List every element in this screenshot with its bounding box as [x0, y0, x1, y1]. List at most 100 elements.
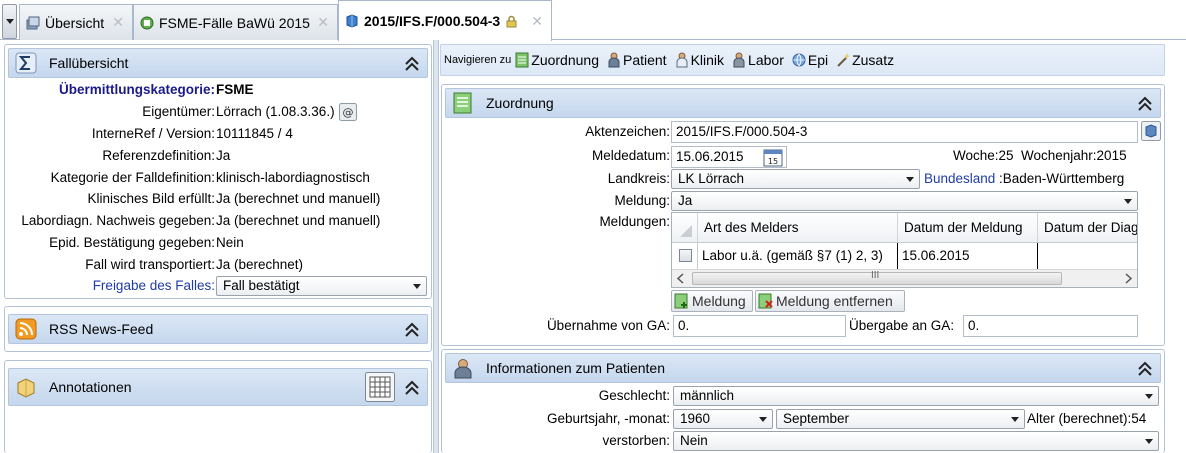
zuordnung-icon	[453, 92, 472, 114]
nav-patient[interactable]: Patient	[607, 52, 667, 68]
field-label: Labordiagn. Nachweis gegeben:	[21, 213, 215, 228]
column-art-des-melders[interactable]: Art des Melders	[698, 213, 898, 243]
row-checkbox[interactable]	[679, 249, 692, 262]
column-datum-meldung[interactable]: Datum der Meldung	[898, 213, 1038, 243]
splitter[interactable]	[433, 40, 439, 453]
fall-row-referenzdefinition: Referenzdefinition: Ja	[4, 145, 428, 166]
patient-icon	[454, 359, 472, 379]
at-email-icon[interactable]: @	[338, 102, 357, 121]
collapse-icon[interactable]	[1136, 95, 1154, 113]
cell-datum-meldung: 15.06.2015	[898, 243, 1038, 269]
column-datum-diagnose[interactable]: Datum der Diag	[1038, 213, 1137, 243]
collapse-icon[interactable]	[403, 379, 421, 397]
wochenjahr-value: 2015	[1096, 148, 1127, 163]
fall-panel-header: Fallübersicht	[8, 48, 428, 78]
remove-meldung-button[interactable]: Meldung entfernen	[755, 290, 905, 312]
fall-row-kategorie-falldefinition: Kategorie der Falldefinition: klinisch-l…	[4, 167, 428, 188]
woche-label: Woche:25	[953, 148, 1014, 163]
cell-datum-diagnose	[1038, 243, 1137, 269]
freigabe-select[interactable]: Fall bestätigt	[216, 276, 427, 296]
verstorben-select[interactable]: Nein	[673, 431, 1159, 451]
field-value: klinisch-labordiagnostisch	[216, 170, 370, 185]
rss-panel-title: RSS News-Feed	[49, 321, 154, 337]
table-row[interactable]: Labor u.ä. (gemäß §7 (1) 2, 3) 15.06.201…	[672, 243, 1137, 269]
collapse-icon[interactable]	[403, 55, 421, 73]
close-tab-icon[interactable]: ✕	[531, 13, 543, 30]
fall-row-transport: Fall wird transportiert: Ja (berechnet)	[4, 254, 428, 275]
remove-icon	[758, 293, 773, 309]
tab-label: Übersicht	[45, 14, 105, 31]
select-all-header[interactable]	[672, 213, 698, 243]
nav-zuordnung[interactable]: Zuordnung	[515, 52, 599, 68]
alter-label: Alter (berechnet):54	[1027, 411, 1146, 426]
nav-label: Patient	[622, 52, 667, 68]
case-lookup-icon[interactable]	[1141, 121, 1161, 141]
tab-fsme-faelle[interactable]: FSME-Fälle BaWü 2015 ✕	[133, 4, 338, 40]
horizontal-scrollbar[interactable]: III	[672, 269, 1137, 287]
field-value: Nein	[216, 235, 244, 250]
aktenzeichen-field[interactable]: 2015/IFS.F/000.504-3	[671, 121, 1138, 143]
nav-labor[interactable]: Labor	[732, 52, 784, 68]
tab-list-menu-button[interactable]	[2, 4, 17, 39]
collapse-icon[interactable]	[403, 321, 421, 339]
case-icon	[346, 14, 358, 28]
add-meldung-button[interactable]: Meldung	[671, 290, 753, 312]
field-value: Ja (berechnet)	[216, 257, 304, 272]
fall-panel-title: Fallübersicht	[49, 55, 129, 71]
grid-view-icon[interactable]	[365, 372, 395, 402]
field-label: Übermittlungskategorie:	[58, 82, 215, 97]
meldungen-table: Art des Melders Datum der Meldung Datum …	[671, 212, 1138, 288]
field-label: InterneRef / Version:	[91, 126, 215, 141]
uebergabe-label: Übergabe an GA:	[849, 318, 955, 333]
bundesland-link[interactable]: Bundesland	[924, 171, 995, 186]
close-tab-icon[interactable]: ✕	[112, 14, 124, 31]
nav-prefix: Navigieren zu	[444, 54, 512, 66]
nav-label: Labor	[748, 52, 784, 68]
uebergabe-field[interactable]: 0.	[963, 315, 1138, 337]
field-value: FSME	[216, 82, 254, 97]
landkreis-select[interactable]: LK Lörrach	[671, 169, 920, 189]
meldedatum-label: Meldedatum:	[591, 148, 670, 163]
freigabe-label[interactable]: Freigabe des Falles:	[4, 278, 215, 293]
nav-klinik[interactable]: Klinik	[675, 52, 724, 68]
nav-epi[interactable]: Epi	[792, 52, 828, 68]
scroll-right-icon[interactable]	[1119, 270, 1137, 287]
field-label: Kategorie der Falldefinition:	[50, 170, 215, 185]
aktenzeichen-label: Aktenzeichen:	[585, 124, 670, 139]
collapse-icon[interactable]	[1136, 360, 1154, 378]
annotation-panel-header: Annotationen	[8, 368, 428, 406]
field-label: Epid. Bestätigung gegeben:	[49, 235, 215, 250]
meldungen-label: Meldungen:	[599, 214, 670, 229]
scroll-thumb[interactable]: III	[692, 270, 1062, 285]
svg-text:@: @	[342, 106, 353, 119]
add-icon	[674, 293, 688, 309]
labor-icon	[733, 52, 745, 68]
woche-value: 25	[998, 148, 1014, 163]
nav-zusatz[interactable]: Zusatz	[836, 52, 894, 68]
sigma-icon	[15, 52, 37, 74]
zuordnung-panel-header: Zuordnung	[445, 88, 1161, 118]
wochenjahr-label: Wochenjahr:2015	[1021, 148, 1127, 163]
nav-label: Epi	[807, 52, 829, 68]
scroll-left-icon[interactable]	[672, 270, 690, 287]
tab-uebersicht[interactable]: Übersicht ✕	[19, 4, 133, 40]
field-label: Fall wird transportiert:	[85, 257, 215, 272]
tab-label: 2015/IFS.F/000.504-3	[364, 13, 501, 29]
meldung-select[interactable]: Ja	[671, 191, 1138, 211]
fall-row-epid: Epid. Bestätigung gegeben: Nein	[4, 232, 428, 253]
geburtsmonat-select[interactable]: September	[776, 409, 1025, 429]
tab-label: FSME-Fälle BaWü 2015	[159, 14, 310, 31]
tab-case-2015[interactable]: 2015/IFS.F/000.504-3 ✕	[338, 0, 552, 41]
calendar-icon[interactable]: 15	[763, 147, 783, 167]
bundesland-value: :Baden-Württemberg	[999, 171, 1125, 186]
close-tab-icon[interactable]: ✕	[317, 14, 329, 31]
geburtsjahr-select[interactable]: 1960	[673, 409, 773, 429]
zuordnung-panel-title: Zuordnung	[486, 95, 554, 111]
field-label: Referenzdefinition:	[102, 148, 215, 163]
field-value: Lörrach (1.08.3.36.)	[216, 104, 335, 119]
nav-label: Zusatz	[852, 52, 895, 68]
patient-panel-header: Informationen zum Patienten	[445, 353, 1161, 383]
uebernahme-field[interactable]: 0.	[673, 315, 846, 337]
annotation-panel-title: Annotationen	[49, 379, 132, 395]
geschlecht-select[interactable]: männlich	[673, 386, 1159, 406]
